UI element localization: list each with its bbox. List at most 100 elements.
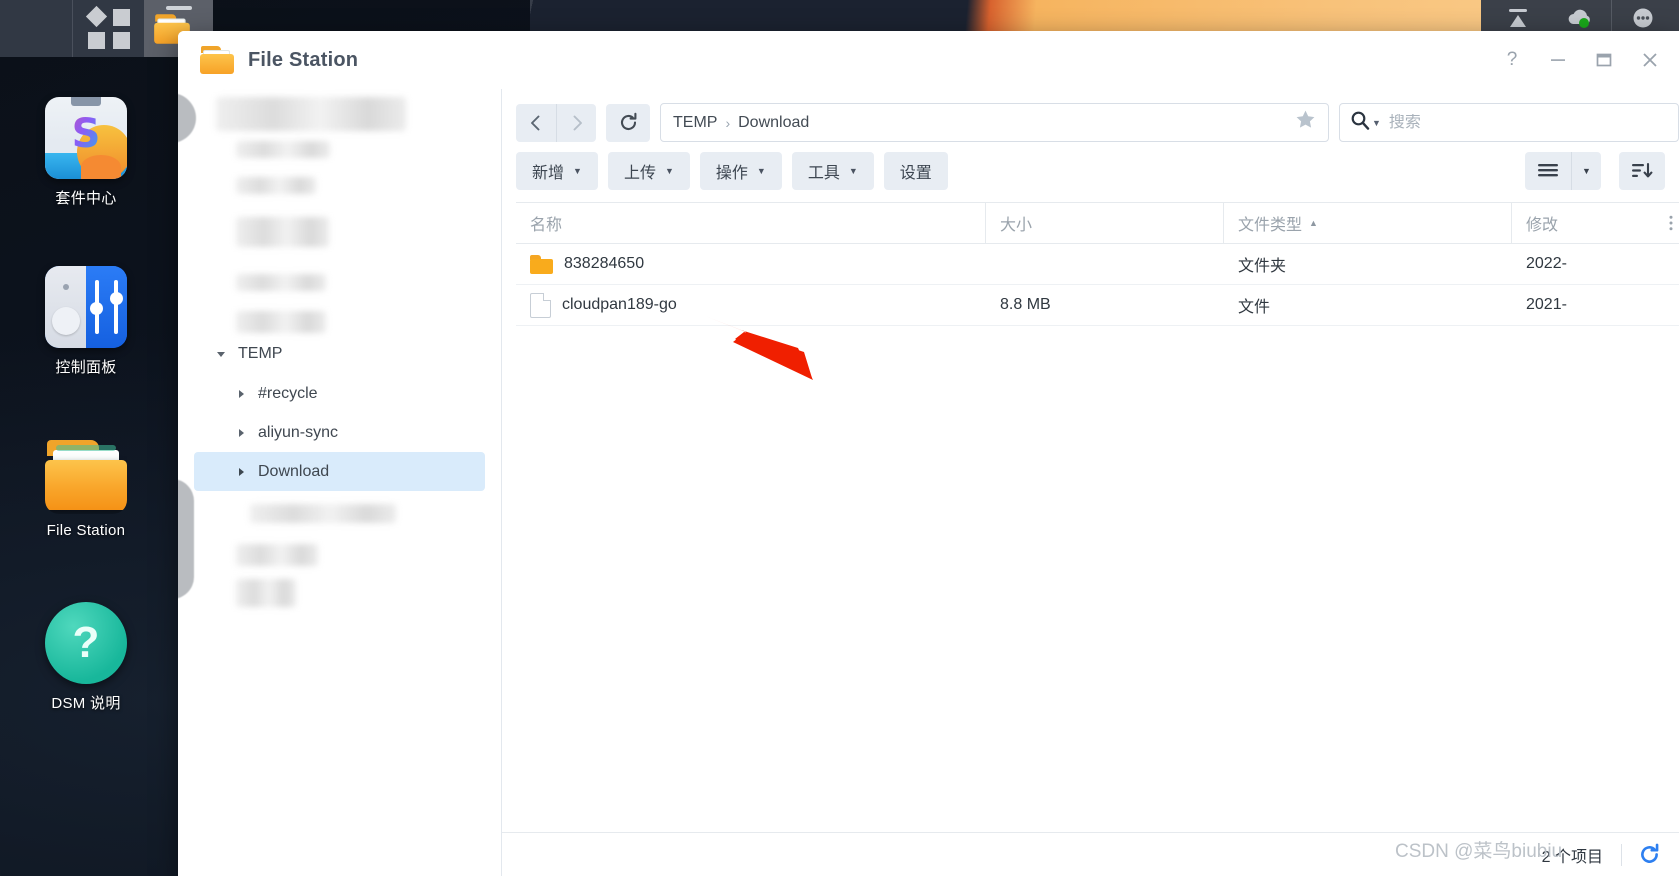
upload-icon[interactable] (1487, 0, 1549, 35)
redacted-tree-item (236, 544, 318, 566)
back-button[interactable] (516, 104, 556, 142)
cell-type: 文件 (1238, 299, 1271, 316)
redacted-tree-item (216, 97, 406, 131)
upload-button[interactable]: 上传 ▼ (607, 152, 690, 190)
folder-icon (530, 254, 553, 274)
cell-modified: 2021- (1526, 296, 1567, 313)
tree-item-label: TEMP (238, 344, 283, 362)
cell-name[interactable]: 838284650 (516, 254, 986, 274)
tools-button[interactable]: 工具 ▼ (791, 152, 874, 190)
desktop-icon-control-panel[interactable]: 控制面板 (0, 266, 172, 377)
caret-down-icon: ▼ (848, 166, 858, 176)
search-input[interactable] (1388, 113, 1668, 132)
desktop-icon-label: 控制面板 (55, 359, 117, 376)
notifications-icon[interactable] (1611, 0, 1673, 35)
kebab-icon[interactable] (1669, 215, 1673, 231)
settings-button[interactable]: 设置 (883, 152, 948, 190)
caret-down-icon: ▼ (664, 166, 674, 176)
status-refresh-button[interactable] (1622, 843, 1661, 866)
table-body: 838284650 文件夹 2022- cloudpan189-go 8.8 M… (516, 244, 1679, 832)
breadcrumb-root[interactable]: TEMP (673, 114, 717, 132)
desktop-icon-package-center[interactable]: S 套件中心 (0, 97, 172, 208)
new-button[interactable]: 新增 ▼ (516, 152, 598, 190)
column-header-modified[interactable]: 修改 (1512, 203, 1679, 243)
search-icon (1350, 110, 1370, 136)
minimize-button[interactable] (1535, 40, 1581, 80)
file-icon (530, 292, 551, 318)
taskbar-edge-cell (0, 0, 72, 57)
button-label: 设置 (899, 165, 932, 182)
caret-down-icon: ▼ (573, 166, 582, 176)
close-button[interactable] (1627, 40, 1673, 80)
forward-button[interactable] (556, 103, 596, 142)
column-header-size[interactable]: 大小 (986, 203, 1224, 243)
star-icon[interactable] (1295, 109, 1316, 136)
desktop-icon-file-station[interactable]: File Station (0, 432, 172, 539)
grid-icon (85, 5, 130, 50)
column-header-type[interactable]: 文件类型 ▲ (1224, 203, 1512, 243)
cloud-sync-icon[interactable] (1549, 0, 1611, 35)
sort-button[interactable] (1619, 152, 1665, 190)
action-button[interactable]: 操作 ▼ (699, 152, 782, 190)
table-row[interactable]: cloudpan189-go 8.8 MB 文件 2021- (516, 285, 1679, 326)
list-view-icon[interactable] (1525, 152, 1571, 190)
breadcrumb[interactable]: TEMP › Download (660, 103, 1329, 142)
caret-right-icon[interactable] (232, 466, 250, 478)
folder-icon (45, 432, 127, 514)
table-row[interactable]: 838284650 文件夹 2022- (516, 244, 1679, 285)
view-mode-dropdown[interactable]: ▼ (1571, 152, 1601, 190)
caret-right-icon[interactable] (232, 388, 250, 400)
main-menu-button[interactable] (72, 0, 144, 57)
redaction-blob (178, 93, 196, 143)
desktop-icon-label: DSM 说明 (51, 695, 121, 712)
tree-item-temp[interactable]: TEMP (194, 334, 485, 373)
redacted-tree-item (236, 311, 326, 333)
breadcrumb-current[interactable]: Download (738, 114, 809, 132)
tree-item-label: Download (258, 462, 330, 480)
cell-modified: 2022- (1526, 255, 1567, 272)
control-panel-icon (45, 266, 127, 348)
desktop-icon-label: File Station (46, 522, 126, 539)
navigation-bar: TEMP › Download ▼ (502, 89, 1679, 142)
tree-item-download[interactable]: Download (194, 452, 485, 491)
folder-icon (200, 46, 234, 74)
action-toolbar: 新增 ▼ 上传 ▼ 操作 ▼ 工具 ▼ 设置 ▼ (502, 142, 1679, 202)
refresh-button[interactable] (606, 103, 650, 142)
window-controls: ? (1489, 40, 1673, 80)
button-label: 新增 (532, 165, 565, 182)
tree-item-label: aliyun-sync (258, 423, 339, 441)
window-titlebar[interactable]: File Station ? (178, 31, 1679, 89)
tree-item-aliyun-sync[interactable]: aliyun-sync (194, 413, 485, 452)
table-header: 名称 大小 文件类型 ▲ 修改 (516, 202, 1679, 244)
column-label: 大小 (1000, 217, 1033, 234)
caret-right-icon[interactable] (232, 427, 250, 439)
cell-name[interactable]: cloudpan189-go (516, 292, 986, 318)
cell-type: 文件夹 (1238, 258, 1287, 275)
button-label: 工具 (807, 165, 840, 182)
view-mode-group: ▼ (1525, 152, 1601, 190)
caret-down-icon[interactable]: ▼ (1372, 118, 1381, 128)
tree-item-recycle[interactable]: #recycle (194, 374, 485, 413)
search-box[interactable]: ▼ (1339, 103, 1679, 142)
redacted-tree-item (250, 504, 396, 523)
column-header-name[interactable]: 名称 (516, 203, 986, 243)
redacted-tree-item (236, 141, 330, 158)
maximize-button[interactable] (1581, 40, 1627, 80)
package-center-icon: S (45, 97, 127, 179)
window-body: TEMP #recycle aliyun-sync Download TEMP … (178, 89, 1679, 876)
file-station-window: File Station ? TEMP #recycle aliyun-sync… (178, 31, 1679, 876)
caret-down-icon: ▼ (756, 166, 766, 176)
help-button[interactable]: ? (1489, 40, 1535, 80)
folder-tree-sidebar[interactable]: TEMP #recycle aliyun-sync Download (178, 89, 502, 876)
taskbar-tray (1481, 0, 1679, 35)
tree-item-label: #recycle (258, 384, 318, 402)
file-table: 名称 大小 文件类型 ▲ 修改 838284650 文件夹 2022- clou… (502, 202, 1679, 832)
redacted-tree-item (236, 177, 316, 194)
window-title: File Station (248, 48, 359, 71)
file-name: cloudpan189-go (562, 296, 677, 313)
caret-down-icon[interactable] (212, 348, 230, 360)
watermark: CSDN @菜鸟biubiu (1395, 841, 1563, 862)
button-label: 操作 (715, 165, 748, 182)
desktop-icon-dsm-help[interactable]: ? DSM 说明 (0, 602, 172, 713)
nav-history-group (516, 103, 596, 142)
